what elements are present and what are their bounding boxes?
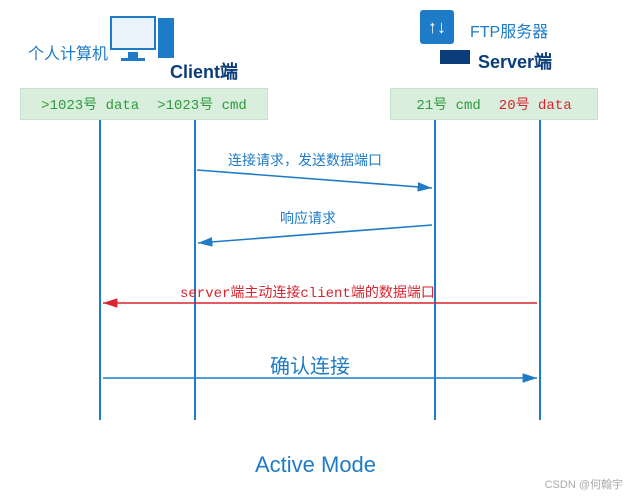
- ftp-active-mode-diagram: 个人计算机 Client端 ↑↓ FTP服务器 Server端 >1023号 d…: [0, 0, 631, 500]
- watermark: CSDN @何翰宇: [545, 476, 623, 492]
- msg-connect-request: 连接请求，发送数据端口: [228, 150, 382, 170]
- msg-response: 响应请求: [280, 208, 336, 228]
- arrow-connect-request: [197, 170, 432, 188]
- arrow-layer: [0, 0, 631, 500]
- msg-server-connect: server端主动连接client端的数据端口: [180, 282, 435, 302]
- msg-confirm: 确认连接: [270, 350, 350, 379]
- diagram-title: Active Mode: [0, 452, 631, 478]
